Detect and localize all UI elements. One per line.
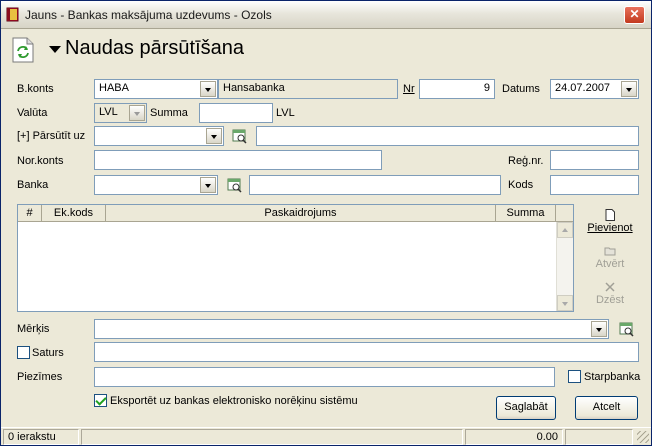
saturs-field[interactable] [94,342,639,362]
nr-value: 9 [483,82,490,94]
column-header-paskaidrojums[interactable]: Paskaidrojums [106,205,496,222]
saturs-label: Saturs [32,347,64,359]
status-panel-end [565,429,633,445]
regnr-field[interactable] [550,150,639,170]
merkis-label: Mērķis [17,323,50,335]
summa-currency: LVL [276,107,295,119]
bank-name-value: Hansabanka [223,82,285,94]
record-count: 0 ierakstu [3,429,79,445]
close-button[interactable]: ✕ [624,6,645,24]
piezimes-field[interactable] [94,367,555,387]
parsutit-dropdown-icon[interactable] [206,128,222,144]
scroll-down-icon[interactable] [557,295,573,311]
header: Naudas pārsūtīšana [1,29,651,71]
parsutit-lookup-icon[interactable] [232,128,248,144]
banka-dropdown-icon[interactable] [200,177,216,193]
status-bar: 0 ierakstu 0.00 [1,427,651,445]
merkis-dropdown-icon[interactable] [591,321,607,337]
banka-name-field[interactable] [249,175,501,195]
date-dropdown-icon[interactable] [621,81,637,97]
datums-label: Datums [502,83,540,95]
valuta-label: Valūta [17,107,48,119]
bkonts-dropdown-icon[interactable] [200,81,216,97]
bkonts-combo[interactable]: HABA [94,79,218,99]
nr-label: Nr [403,83,415,95]
pievienot-button[interactable]: Pievienot [582,209,638,234]
merkis-lookup-icon[interactable] [619,321,635,337]
saturs-checkbox[interactable] [17,346,30,359]
pievienot-label: Pievienot [587,222,633,234]
parsutit-label[interactable]: [+] Pārsūtīt uz [17,130,85,142]
title-dropdown-icon[interactable] [49,46,61,53]
norkonts-field[interactable] [94,150,382,170]
atvert-label: Atvērt [595,258,625,270]
column-header-nr[interactable]: # [18,205,42,222]
save-button[interactable]: Saglabāt [496,396,556,420]
column-header-ekkods[interactable]: Ek.kods [42,205,106,222]
valuta-dropdown-icon[interactable] [129,105,145,121]
datums-value: 24.07.2007 [555,82,611,94]
transfer-document-icon[interactable] [11,37,35,63]
valuta-combo[interactable]: LVL [94,103,147,123]
starpbanka-label: Starpbanka [584,371,641,383]
grid-scrollbar[interactable] [556,222,573,311]
piezimes-label: Piezīmes [17,371,63,383]
window: Jauns - Bankas maksājuma uzdevums - Ozol… [0,0,652,446]
merkis-combo[interactable] [94,319,609,339]
status-total: 0.00 [465,429,563,445]
norkonts-label: Nor.konts [17,155,64,167]
parsutit-combo[interactable] [94,126,224,146]
atvert-button[interactable]: Atvērt [582,245,638,270]
title-bar[interactable]: Jauns - Bankas maksājuma uzdevums - Ozol… [1,1,651,29]
dzest-button[interactable]: Dzēst [582,281,638,306]
eksportet-checkbox[interactable] [94,394,107,407]
page-title: Naudas pārsūtīšana [65,37,245,59]
cancel-button[interactable]: Atcelt [575,396,638,420]
scroll-up-icon[interactable] [557,222,573,238]
starpbanka-checkbox[interactable] [568,370,581,383]
nr-field[interactable]: 9 [419,79,495,99]
valuta-value: LVL [99,106,118,118]
dzest-label: Dzēst [595,294,625,306]
regnr-label: Reģ.nr. [508,155,544,167]
summa-label: Summa [150,107,188,119]
datums-field[interactable]: 24.07.2007 [550,79,639,99]
eksportet-label: Eksportēt uz bankas elektronisko norēķin… [110,395,358,407]
summa-field[interactable] [199,103,273,123]
bank-name-field: Hansabanka [218,79,398,99]
bkonts-value: HABA [99,82,129,94]
open-folder-icon [604,247,616,256]
delete-x-icon [605,282,615,292]
column-header-spacer [556,205,573,222]
banka-combo[interactable] [94,175,218,195]
window-title: Jauns - Bankas maksājuma uzdevums - Ozol… [25,8,272,22]
close-icon: ✕ [629,7,640,21]
new-document-icon [605,209,615,221]
kods-label: Kods [508,179,534,191]
parsutit-name-field[interactable] [256,126,639,146]
banka-lookup-icon[interactable] [227,177,243,193]
column-header-summa[interactable]: Summa [496,205,556,222]
app-book-icon [6,7,19,22]
kods-field[interactable] [550,175,639,195]
bkonts-label: B.konts [17,83,54,95]
resize-grip-icon[interactable] [637,431,649,443]
banka-label: Banka [17,179,49,191]
status-panel-empty [81,429,463,445]
lines-grid[interactable]: # Ek.kods Paskaidrojums Summa [17,204,574,312]
